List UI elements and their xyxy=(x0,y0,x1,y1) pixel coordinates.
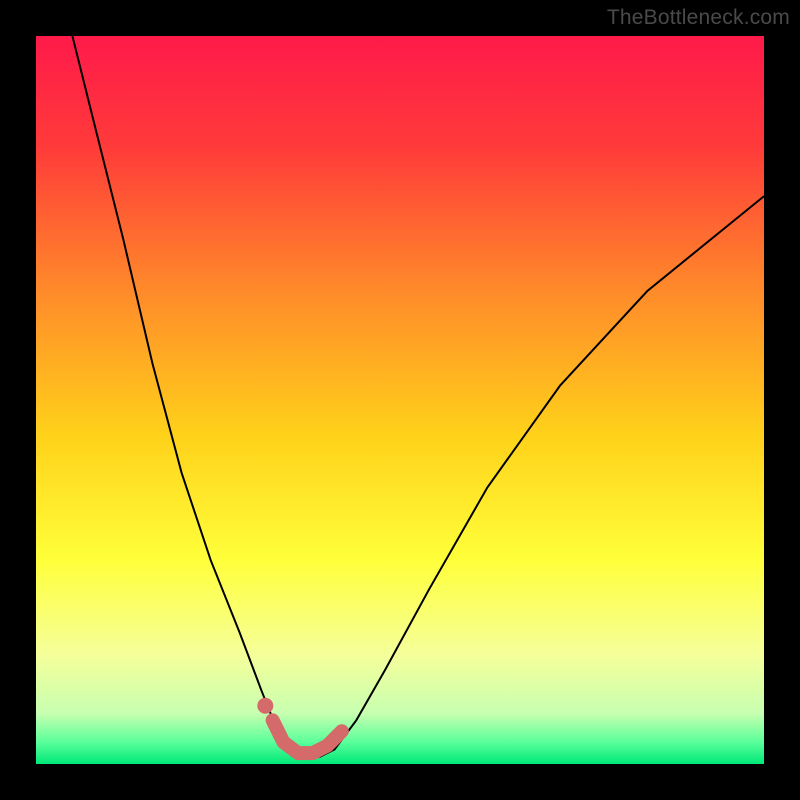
bottleneck-curve xyxy=(72,36,764,757)
curve-layer xyxy=(36,36,764,764)
chart-frame: TheBottleneck.com xyxy=(0,0,800,800)
optimal-range-highlight xyxy=(273,720,342,753)
watermark-text: TheBottleneck.com xyxy=(607,6,790,30)
highlight-start-dot xyxy=(257,698,273,714)
plot-area xyxy=(36,36,764,764)
